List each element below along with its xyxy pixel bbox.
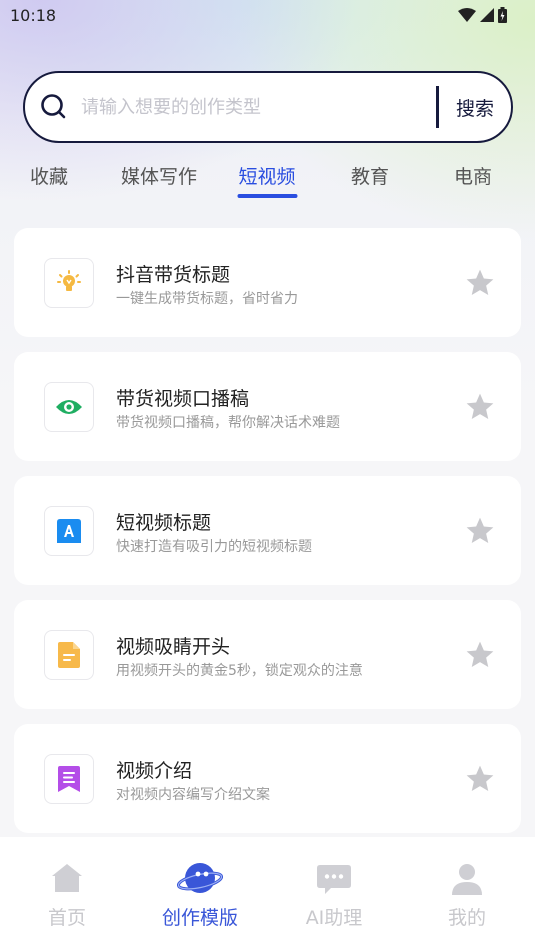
tab-favorites[interactable]: 收藏 — [30, 162, 68, 189]
card-description: 用视频开头的黄金5秒，锁定观众的注意 — [116, 663, 363, 679]
tab-education[interactable]: 教育 — [351, 162, 389, 189]
status-icons — [458, 7, 507, 23]
star-icon[interactable] — [464, 515, 496, 547]
document-icon — [58, 642, 80, 668]
tab-ecommerce[interactable]: 电商 — [454, 162, 492, 189]
template-card-livestream-script[interactable]: 带货视频口播稿 带货视频口播稿，帮你解决话术难题 — [14, 352, 521, 461]
nav-profile[interactable]: 我的 — [407, 837, 527, 951]
wifi-icon — [458, 8, 476, 22]
nav-templates[interactable]: 创作模版 — [140, 837, 260, 951]
card-title: 抖音带货标题 — [116, 264, 231, 286]
card-icon-box — [44, 258, 94, 308]
search-input[interactable] — [81, 96, 430, 118]
nav-label: 我的 — [447, 907, 486, 929]
card-description: 一键生成带货标题，省时省力 — [116, 291, 298, 307]
star-icon[interactable] — [464, 391, 496, 423]
nav-home[interactable]: 首页 — [7, 837, 127, 951]
card-description: 对视频内容编写介绍文案 — [116, 787, 270, 803]
category-tabs: 收藏 媒体写作 短视频 教育 电商 — [0, 162, 535, 206]
person-icon — [452, 864, 482, 895]
template-card-video-intro[interactable]: 视频介绍 对视频内容编写介绍文案 — [14, 724, 521, 833]
signal-icon — [480, 8, 494, 22]
card-title: 短视频标题 — [116, 512, 212, 534]
card-icon-box — [44, 506, 94, 556]
star-icon[interactable] — [464, 763, 496, 795]
tab-short-video[interactable]: 短视频 — [236, 162, 297, 198]
bookmark-list-icon — [58, 766, 80, 792]
active-tab-underline — [236, 194, 297, 198]
card-title: 带货视频口播稿 — [116, 388, 250, 410]
nav-ai-assistant[interactable]: AI助理 — [274, 837, 394, 951]
search-bar[interactable]: 搜索 — [23, 71, 513, 143]
card-description: 带货视频口播稿，帮你解决话术难题 — [116, 415, 340, 431]
planet-icon — [177, 863, 223, 893]
card-icon-box — [44, 754, 94, 804]
eye-icon — [56, 400, 82, 414]
card-title: 视频介绍 — [116, 760, 193, 782]
card-icon-box — [44, 382, 94, 432]
card-icon-box — [44, 630, 94, 680]
template-card-short-video-title[interactable]: 短视频标题 快速打造有吸引力的短视频标题 — [14, 476, 521, 585]
bottom-nav: 首页 创作模版 AI助理 我的 — [0, 837, 535, 951]
nav-label: 创作模版 — [161, 907, 238, 929]
home-icon — [52, 864, 82, 892]
search-button[interactable]: 搜索 — [439, 94, 511, 121]
lightbulb-icon — [57, 270, 81, 291]
search-icon — [41, 94, 66, 119]
nav-label: 首页 — [47, 907, 86, 929]
star-icon[interactable] — [464, 267, 496, 299]
status-time: 10:18 — [10, 5, 57, 25]
template-card-douyin-title[interactable]: 抖音带货标题 一键生成带货标题，省时省力 — [14, 228, 521, 337]
template-card-video-hook[interactable]: 视频吸睛开头 用视频开头的黄金5秒，锁定观众的注意 — [14, 600, 521, 709]
card-title: 视频吸睛开头 — [116, 636, 231, 658]
tab-media-writing[interactable]: 媒体写作 — [121, 162, 197, 189]
status-bar: 10:18 — [0, 0, 535, 30]
chat-icon — [317, 865, 351, 894]
battery-icon — [498, 7, 507, 23]
text-a-icon — [57, 519, 81, 543]
nav-label: AI助理 — [305, 907, 363, 929]
star-icon[interactable] — [464, 639, 496, 671]
card-description: 快速打造有吸引力的短视频标题 — [116, 539, 312, 555]
